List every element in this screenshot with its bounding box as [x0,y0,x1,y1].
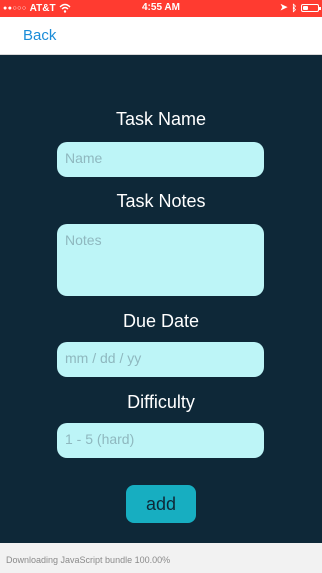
navigation-bar: Back [0,17,322,55]
bluetooth-icon: ᛒ [291,2,297,13]
status-right: ➤ ᛒ [280,2,321,13]
battery-icon [301,3,321,12]
bundle-status-text: Downloading JavaScript bundle 100.00% [6,555,171,565]
difficulty-input[interactable]: 1 - 5 (hard) [57,423,264,458]
clock: 4:55 AM [142,2,180,13]
status-bar: ●●○○○ AT&T 4:55 AM ➤ ᛒ [0,0,322,17]
location-icon: ➤ [280,2,288,12]
task-name-input[interactable]: Name [57,142,264,177]
task-name-label: Task Name [115,109,207,129]
add-button[interactable]: add [126,485,196,523]
task-form: Task Name Name Task Notes Notes Due Date… [0,55,322,543]
bundle-status-bar: Downloading JavaScript bundle 100.00% [0,543,322,573]
due-date-label: Due Date [122,311,200,331]
task-notes-input[interactable]: Notes [57,224,264,296]
battery-level [303,5,308,10]
back-button[interactable]: Back [23,27,56,44]
difficulty-label: Difficulty [127,392,195,412]
task-notes-label: Task Notes [116,191,206,211]
due-date-input[interactable]: mm / dd / yy [57,342,264,377]
